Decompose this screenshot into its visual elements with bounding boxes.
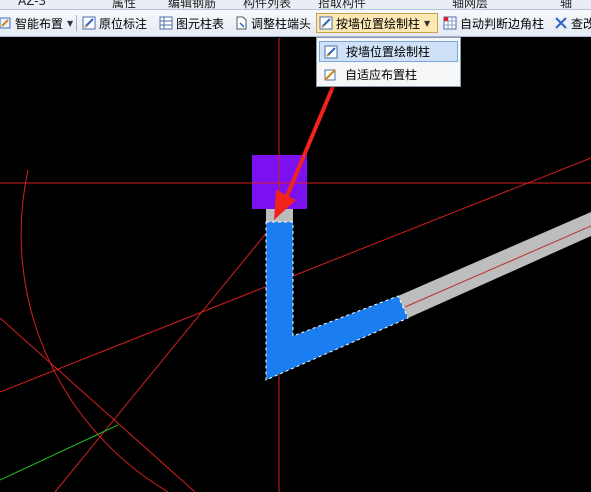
- diagonal-construction-line: [54, 225, 273, 492]
- floor-selector-partial[interactable]: AZ-3: [18, 0, 46, 8]
- auto-corner-column-label: 自动判断边角柱: [460, 16, 545, 31]
- properties-button-partial[interactable]: 属性: [112, 0, 136, 9]
- column-table-button[interactable]: 图元柱表: [157, 13, 229, 33]
- draw-column-dropdown-menu: 按墙位置绘制柱 自适应布置柱: [316, 37, 461, 87]
- menu-item-draw-column-by-wall[interactable]: 按墙位置绘制柱: [319, 41, 458, 62]
- draw-column-by-wall-icon: [324, 45, 338, 59]
- green-axis-line: [0, 424, 119, 481]
- find-modify-label: 查改: [571, 16, 591, 31]
- find-modify-button[interactable]: 查改: [552, 13, 591, 33]
- edit-rebar-button-partial[interactable]: 编辑钢筋: [168, 0, 216, 9]
- auto-corner-column-button[interactable]: 自动判断边角柱: [441, 13, 549, 33]
- drawing-canvas[interactable]: [0, 38, 591, 492]
- adaptive-column-icon: [323, 68, 337, 82]
- component-list-button-partial[interactable]: 构件列表: [243, 0, 291, 9]
- pick-component-button-partial[interactable]: 拾取构件: [318, 0, 366, 9]
- axis-partial[interactable]: 轴: [560, 0, 572, 9]
- smart-layout-label: 智能布置: [15, 16, 64, 31]
- toolbar-top-row-partial: AZ-3 属性 编辑钢筋 构件列表 拾取构件 轴网层 轴: [0, 0, 591, 10]
- column-table-icon: [159, 16, 173, 30]
- adjust-column-end-icon: [234, 16, 248, 30]
- wall-segment-unselected[interactable]: [398, 212, 591, 318]
- draw-column-by-wall-label: 按墙位置绘制柱: [336, 16, 421, 31]
- adjust-column-end-button[interactable]: 调整柱端头: [232, 13, 314, 33]
- draw-column-by-wall-icon: [319, 16, 333, 30]
- column-table-label: 图元柱表: [176, 16, 225, 31]
- in-place-label-icon: [82, 16, 96, 30]
- in-place-label-button[interactable]: 原位标注: [80, 13, 154, 33]
- draw-column-by-wall-button[interactable]: 按墙位置绘制柱 ▼: [316, 13, 438, 33]
- menu-item-adaptive-column[interactable]: 自适应布置柱: [319, 64, 458, 85]
- menu-item-label: 按墙位置绘制柱: [346, 45, 431, 59]
- chevron-down-icon[interactable]: ▼: [67, 19, 73, 28]
- axis-layer-partial[interactable]: 轴网层: [452, 0, 488, 9]
- adjust-column-end-label: 调整柱端头: [251, 16, 312, 31]
- auto-corner-column-icon: [443, 16, 457, 30]
- smart-layout-icon: [0, 16, 12, 30]
- toolbar-divider: [76, 15, 77, 31]
- find-modify-icon: [554, 16, 568, 30]
- in-place-label-text: 原位标注: [99, 16, 148, 31]
- chevron-down-icon[interactable]: ▼: [424, 19, 430, 28]
- menu-item-label: 自适应布置柱: [345, 68, 418, 82]
- toolbar: 智能布置 ▼ 原位标注 图元柱表 调整柱端头 按墙位置绘制柱 ▼ 自动判断边角柱: [0, 10, 591, 37]
- wall-segment-selected[interactable]: [265, 221, 409, 381]
- smart-layout-button[interactable]: 智能布置 ▼: [0, 13, 73, 33]
- wall-centerline: [404, 225, 591, 308]
